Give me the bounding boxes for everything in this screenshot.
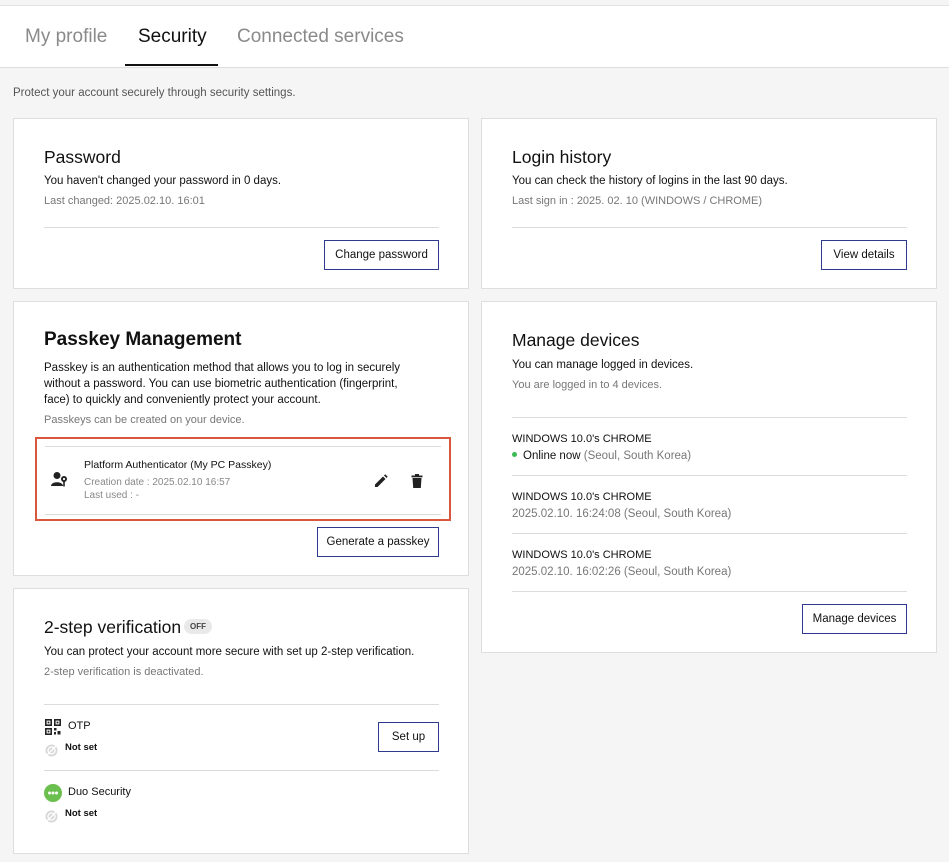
user-key-icon <box>51 471 69 492</box>
passkey-title: Passkey Management <box>44 329 242 350</box>
passkey-last-used: Last used : - <box>84 490 140 501</box>
page-subtitle: Protect your account securely through se… <box>13 87 296 99</box>
device-status: 2025.02.10. 16:02:26 (Seoul, South Korea… <box>512 566 732 578</box>
divider <box>512 533 907 534</box>
device-name: WINDOWS 10.0's CHROME <box>512 549 652 561</box>
two-step-card: 2-step verification OFF You can protect … <box>13 588 469 854</box>
devices-desc: You can manage logged in devices. <box>512 359 694 371</box>
passkey-card: Passkey Management Passkey is an authent… <box>13 301 469 576</box>
divider <box>512 591 907 592</box>
divider <box>512 227 907 228</box>
passkey-note: Passkeys can be created on your device. <box>44 414 245 426</box>
passkey-name: Platform Authenticator (My PC Passkey) <box>84 459 272 471</box>
manage-devices-button[interactable]: Manage devices <box>802 604 907 634</box>
otp-setup-button[interactable]: Set up <box>378 722 439 752</box>
tab-connected-services[interactable]: Connected services <box>237 26 404 48</box>
top-tab-bar: My profile Security Connected services <box>0 5 949 68</box>
change-password-button[interactable]: Change password <box>324 240 439 270</box>
duo-icon <box>44 784 62 807</box>
duo-status: Not set <box>65 808 98 819</box>
device-name: WINDOWS 10.0's CHROME <box>512 491 652 503</box>
tab-my-profile[interactable]: My profile <box>25 26 107 48</box>
divider <box>45 446 441 447</box>
passkey-item: Platform Authenticator (My PC Passkey) C… <box>35 437 451 521</box>
not-set-icon <box>45 744 58 762</box>
divider <box>45 514 441 515</box>
divider <box>512 475 907 476</box>
two-step-title: 2-step verification <box>44 617 182 637</box>
not-set-icon <box>45 810 58 828</box>
password-status: You haven't changed your password in 0 d… <box>44 175 282 187</box>
password-last-changed: Last changed: 2025.02.10. 16:01 <box>44 195 205 207</box>
password-title: Password <box>44 147 121 167</box>
status-badge: OFF <box>184 619 212 634</box>
password-card: Password You haven't changed your passwo… <box>13 118 469 289</box>
devices-count: You are logged in to 4 devices. <box>512 379 663 391</box>
active-tab-indicator <box>125 64 218 66</box>
device-name: WINDOWS 10.0's CHROME <box>512 433 652 445</box>
online-label: Online now <box>523 450 581 462</box>
device-status: 2025.02.10. 16:24:08 (Seoul, South Korea… <box>512 508 732 520</box>
online-dot <box>512 452 517 458</box>
two-step-desc: You can protect your account more secure… <box>44 646 415 658</box>
trash-icon[interactable] <box>411 474 423 493</box>
divider <box>44 227 439 228</box>
passkey-created: Creation date : 2025.02.10 16:57 <box>84 477 231 488</box>
otp-label: OTP <box>68 720 91 732</box>
devices-title: Manage devices <box>512 330 640 350</box>
otp-status: Not set <box>65 742 98 753</box>
two-step-status: 2-step verification is deactivated. <box>44 666 204 678</box>
tab-security[interactable]: Security <box>138 26 207 48</box>
duo-label: Duo Security <box>68 786 131 798</box>
device-location: (Seoul, South Korea) <box>580 450 692 462</box>
passkey-description: Passkey is an authentication method that… <box>44 362 401 406</box>
qr-code-icon <box>45 719 62 740</box>
login-history-title: Login history <box>512 147 612 167</box>
device-status: Online now (Seoul, South Korea) <box>512 450 691 462</box>
generate-passkey-button[interactable]: Generate a passkey <box>317 527 439 557</box>
divider <box>512 417 907 418</box>
devices-card: Manage devices You can manage logged in … <box>481 301 937 653</box>
edit-icon[interactable] <box>374 474 388 493</box>
view-details-button[interactable]: View details <box>821 240 907 270</box>
login-history-card: Login history You can check the history … <box>481 118 937 289</box>
divider <box>44 704 439 705</box>
login-history-desc: You can check the history of logins in t… <box>512 175 788 187</box>
last-sign-in: Last sign in : 2025. 02. 10 (WINDOWS / C… <box>512 195 763 207</box>
divider <box>44 770 439 771</box>
